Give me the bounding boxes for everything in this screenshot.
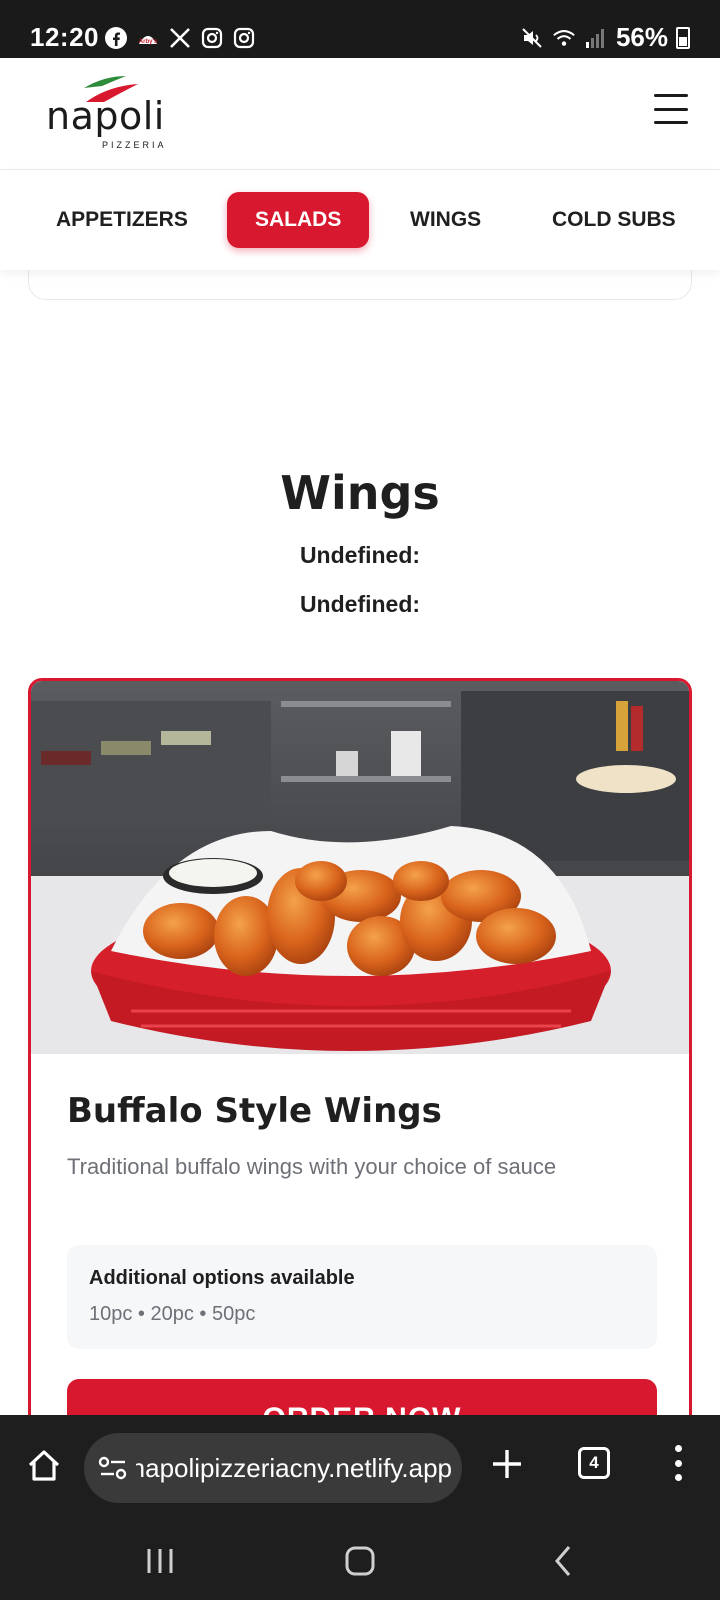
options-title: Additional options available (89, 1267, 355, 1289)
browser-toolbar: napolipizzeriacny.netlify.app 4 (0, 1415, 720, 1521)
notification-icons: Arby's (104, 26, 256, 50)
signal-icon (584, 26, 608, 50)
home-nav-icon[interactable] (344, 1541, 376, 1581)
site-logo[interactable]: napoli PIZZERIA (46, 74, 176, 154)
section-info-line: Undefined: (299, 591, 421, 617)
facebook-icon (104, 26, 128, 50)
options-list: 10pc • 20pc • 50pc (89, 1303, 256, 1325)
instagram-icon (232, 26, 256, 50)
hamburger-menu-icon[interactable] (654, 94, 688, 124)
svg-text:Arby's: Arby's (139, 39, 158, 45)
instagram-icon (200, 26, 224, 50)
site-settings-icon[interactable] (98, 1455, 128, 1481)
battery-percent: 56% (615, 22, 668, 52)
site-header: napoli PIZZERIA (0, 58, 720, 170)
url-text: napolipizzeriacny.netlify.app (136, 1453, 452, 1483)
system-status: 56% (520, 22, 690, 53)
new-tab-icon[interactable] (490, 1447, 524, 1481)
logo-subtitle: PIZZERIA (102, 140, 167, 150)
more-options-icon[interactable] (672, 1445, 684, 1481)
wings-photo (31, 681, 689, 1054)
logo-text: napoli (46, 94, 165, 138)
status-bar: 12:20 Arby's 56% (0, 0, 720, 58)
x-icon (168, 26, 192, 50)
item-description: Traditional buffalo wings with your choi… (67, 1154, 557, 1179)
tab-cold-subs[interactable]: COLD SUBS (524, 192, 704, 248)
section-info-line: Undefined: (299, 542, 421, 568)
tab-salads[interactable]: SALADS (227, 192, 370, 248)
back-icon[interactable] (552, 1541, 574, 1581)
wifi-icon (552, 26, 576, 50)
menu-item-card[interactable]: Buffalo Style Wings Traditional buffalo … (28, 678, 692, 1438)
address-bar[interactable]: napolipizzeriacny.netlify.app (84, 1433, 462, 1503)
battery-icon (676, 26, 690, 49)
system-nav-bar (0, 1521, 720, 1600)
options-box: Additional options available 10pc • 20pc… (67, 1245, 657, 1349)
tab-switcher-button[interactable]: 4 (578, 1447, 610, 1479)
recent-apps-icon[interactable] (146, 1541, 174, 1581)
arbys-icon: Arby's (136, 26, 160, 50)
tab-wings[interactable]: WINGS (382, 192, 509, 248)
mute-icon (520, 26, 544, 50)
item-name: Buffalo Style Wings (67, 1091, 442, 1131)
home-icon[interactable] (24, 1445, 64, 1485)
section-title: Wings (280, 466, 440, 520)
category-tabs: APPETIZERS SALADS WINGS COLD SUBS (0, 170, 720, 270)
tab-appetizers[interactable]: APPETIZERS (28, 192, 216, 248)
status-time: 12:20 (30, 22, 99, 52)
